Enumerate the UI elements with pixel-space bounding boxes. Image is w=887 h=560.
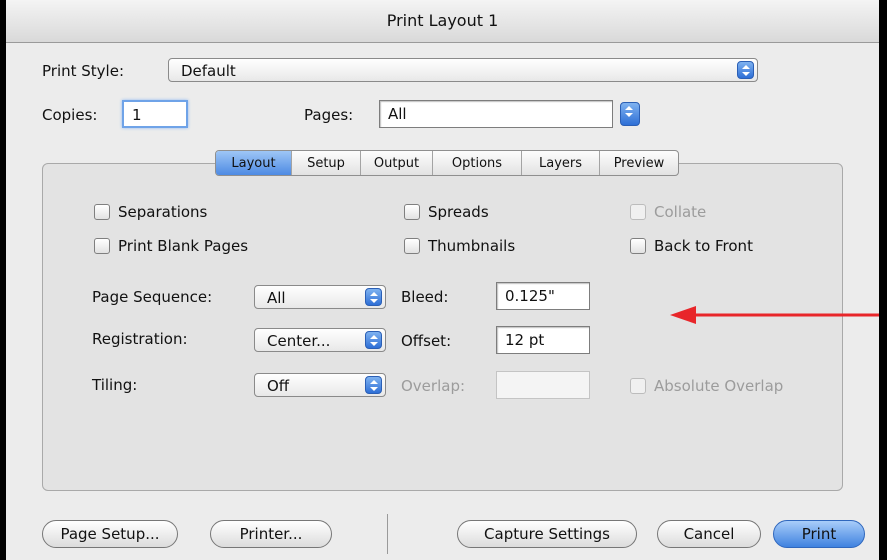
separations-label: Separations <box>118 203 208 221</box>
pages-value: All <box>388 105 407 123</box>
copies-value: 1 <box>132 106 142 124</box>
bleed-field[interactable]: 0.125" <box>496 282 590 310</box>
offset-field[interactable]: 12 pt <box>496 326 590 354</box>
select-arrows-icon <box>365 331 382 349</box>
select-arrows-icon <box>365 376 382 394</box>
pages-label: Pages: <box>304 106 354 124</box>
annotation-arrow-head <box>670 306 696 324</box>
collate-label: Collate <box>654 203 707 221</box>
page-sequence-label: Page Sequence: <box>92 288 213 306</box>
select-arrows-icon <box>365 288 382 306</box>
absolute-overlap-label: Absolute Overlap <box>654 377 784 395</box>
window-title: Print Layout 1 <box>386 11 499 30</box>
annotation-arrow-icon <box>670 306 879 324</box>
page-setup-button[interactable]: Page Setup... <box>42 520 178 548</box>
collate-checkbox[interactable] <box>630 204 646 220</box>
pages-field[interactable]: All <box>379 100 613 128</box>
offset-label: Offset: <box>401 332 452 350</box>
printer-button[interactable]: Printer... <box>210 520 332 548</box>
tab-options[interactable]: Options <box>433 151 522 175</box>
pages-stepper-icon[interactable] <box>620 102 640 126</box>
bleed-label: Bleed: <box>401 288 449 306</box>
tab-layout[interactable]: Layout <box>216 151 292 175</box>
overlap-field[interactable] <box>496 371 590 399</box>
tab-bar: Layout Setup Output Options Layers Previ… <box>215 150 679 176</box>
tab-output[interactable]: Output <box>361 151 433 175</box>
registration-select[interactable]: Center... <box>254 328 386 352</box>
tab-layers[interactable]: Layers <box>522 151 600 175</box>
copies-field[interactable]: 1 <box>122 100 188 128</box>
thumbnails-checkbox[interactable] <box>404 238 420 254</box>
title-bar: Print Layout 1 <box>6 0 879 43</box>
print-dialog: Print Layout 1 Print Style: Default Copi… <box>6 0 879 560</box>
bleed-value: 0.125" <box>505 287 555 305</box>
tiling-select[interactable]: Off <box>254 373 386 397</box>
print-style-label: Print Style: <box>42 62 125 80</box>
thumbnails-label: Thumbnails <box>428 237 516 255</box>
page-sequence-value: All <box>267 289 286 307</box>
tab-preview[interactable]: Preview <box>600 151 678 175</box>
spreads-checkbox[interactable] <box>404 204 420 220</box>
registration-label: Registration: <box>92 330 188 348</box>
print-blank-pages-label: Print Blank Pages <box>118 237 249 255</box>
select-arrows-icon <box>737 61 754 79</box>
print-blank-pages-checkbox[interactable] <box>94 238 110 254</box>
absolute-overlap-checkbox[interactable] <box>630 378 646 394</box>
page-sequence-select[interactable]: All <box>254 285 386 309</box>
separations-checkbox[interactable] <box>94 204 110 220</box>
offset-value: 12 pt <box>505 331 545 349</box>
tiling-value: Off <box>267 377 290 395</box>
print-style-value: Default <box>181 62 236 80</box>
copies-label: Copies: <box>42 106 98 124</box>
back-to-front-checkbox[interactable] <box>630 238 646 254</box>
capture-settings-button[interactable]: Capture Settings <box>457 520 637 548</box>
print-style-select[interactable]: Default <box>168 58 758 82</box>
tiling-label: Tiling: <box>92 376 138 394</box>
tab-setup[interactable]: Setup <box>292 151 361 175</box>
cancel-button[interactable]: Cancel <box>657 520 761 548</box>
spreads-label: Spreads <box>428 203 489 221</box>
print-button[interactable]: Print <box>773 520 865 548</box>
back-to-front-label: Back to Front <box>654 237 753 255</box>
registration-value: Center... <box>267 332 331 350</box>
overlap-label: Overlap: <box>401 377 466 395</box>
button-separator <box>387 514 388 554</box>
